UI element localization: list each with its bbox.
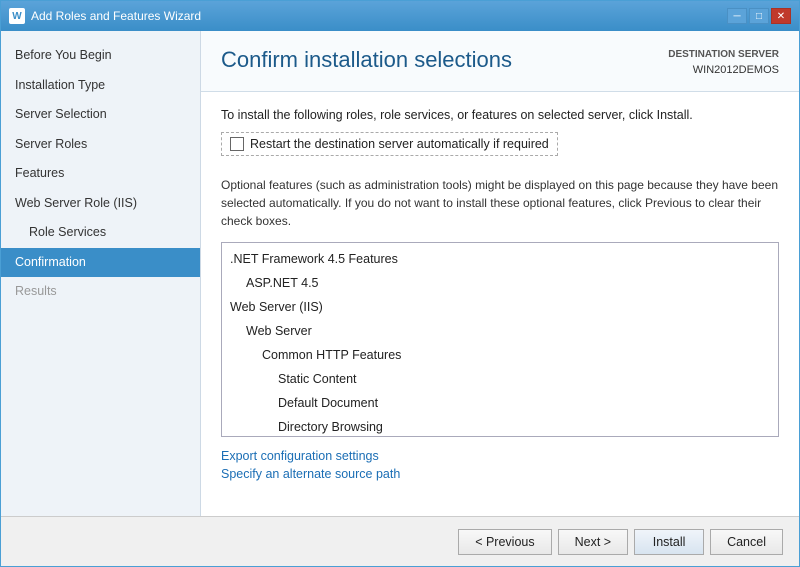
sidebar-item-results: Results xyxy=(1,277,200,307)
main-header: Confirm installation selections DESTINAT… xyxy=(201,31,799,92)
previous-button[interactable]: < Previous xyxy=(458,529,551,555)
sidebar: Before You BeginInstallation TypeServer … xyxy=(1,31,201,516)
destination-info: DESTINATION SERVER WIN2012DEMOS xyxy=(668,47,779,79)
next-button[interactable]: Next > xyxy=(558,529,628,555)
feature-item: Default Document xyxy=(222,391,778,415)
restart-checkbox-row[interactable]: Restart the destination server automatic… xyxy=(221,132,558,156)
feature-item: Web Server (IIS) xyxy=(222,295,778,319)
sidebar-item-role-services[interactable]: Role Services xyxy=(1,218,200,248)
install-button[interactable]: Install xyxy=(634,529,704,555)
main-body: To install the following roles, role ser… xyxy=(201,92,799,517)
links-row: Export configuration settings Specify an … xyxy=(221,449,779,481)
optional-note: Optional features (such as administratio… xyxy=(221,176,779,230)
sidebar-item-before-you-begin[interactable]: Before You Begin xyxy=(1,41,200,71)
sidebar-item-features[interactable]: Features xyxy=(1,159,200,189)
window-title: Add Roles and Features Wizard xyxy=(31,9,201,23)
feature-item: Directory Browsing xyxy=(222,415,778,437)
sidebar-item-installation-type[interactable]: Installation Type xyxy=(1,71,200,101)
main-content: Confirm installation selections DESTINAT… xyxy=(201,31,799,516)
window-icon: W xyxy=(9,8,25,24)
minimize-button[interactable]: ─ xyxy=(727,8,747,24)
sidebar-item-server-selection[interactable]: Server Selection xyxy=(1,100,200,130)
sidebar-item-server-roles[interactable]: Server Roles xyxy=(1,130,200,160)
title-bar-left: W Add Roles and Features Wizard xyxy=(9,8,201,24)
title-bar: W Add Roles and Features Wizard ─ □ ✕ xyxy=(1,1,799,31)
sidebar-item-confirmation[interactable]: Confirmation xyxy=(1,248,200,278)
sidebar-item-web-server-role[interactable]: Web Server Role (IIS) xyxy=(1,189,200,219)
close-button[interactable]: ✕ xyxy=(771,8,791,24)
destination-server: WIN2012DEMOS xyxy=(668,62,779,79)
footer: < Previous Next > Install Cancel xyxy=(1,516,799,566)
features-list: .NET Framework 4.5 FeaturesASP.NET 4.5We… xyxy=(222,243,778,437)
alternate-source-link[interactable]: Specify an alternate source path xyxy=(221,467,779,481)
feature-item: Static Content xyxy=(222,367,778,391)
feature-item: Web Server xyxy=(222,319,778,343)
page-title: Confirm installation selections xyxy=(221,47,512,73)
restart-checkbox[interactable] xyxy=(230,137,244,151)
content-area: Before You BeginInstallation TypeServer … xyxy=(1,31,799,516)
feature-item: .NET Framework 4.5 Features xyxy=(222,247,778,271)
restart-checkbox-label: Restart the destination server automatic… xyxy=(250,137,549,151)
main-window: W Add Roles and Features Wizard ─ □ ✕ Be… xyxy=(0,0,800,567)
destination-label: DESTINATION SERVER xyxy=(668,47,779,62)
maximize-button[interactable]: □ xyxy=(749,8,769,24)
feature-item: Common HTTP Features xyxy=(222,343,778,367)
title-controls: ─ □ ✕ xyxy=(727,8,791,24)
feature-item: ASP.NET 4.5 xyxy=(222,271,778,295)
cancel-button[interactable]: Cancel xyxy=(710,529,783,555)
install-description: To install the following roles, role ser… xyxy=(221,108,779,122)
export-config-link[interactable]: Export configuration settings xyxy=(221,449,779,463)
features-list-container[interactable]: .NET Framework 4.5 FeaturesASP.NET 4.5We… xyxy=(221,242,779,437)
